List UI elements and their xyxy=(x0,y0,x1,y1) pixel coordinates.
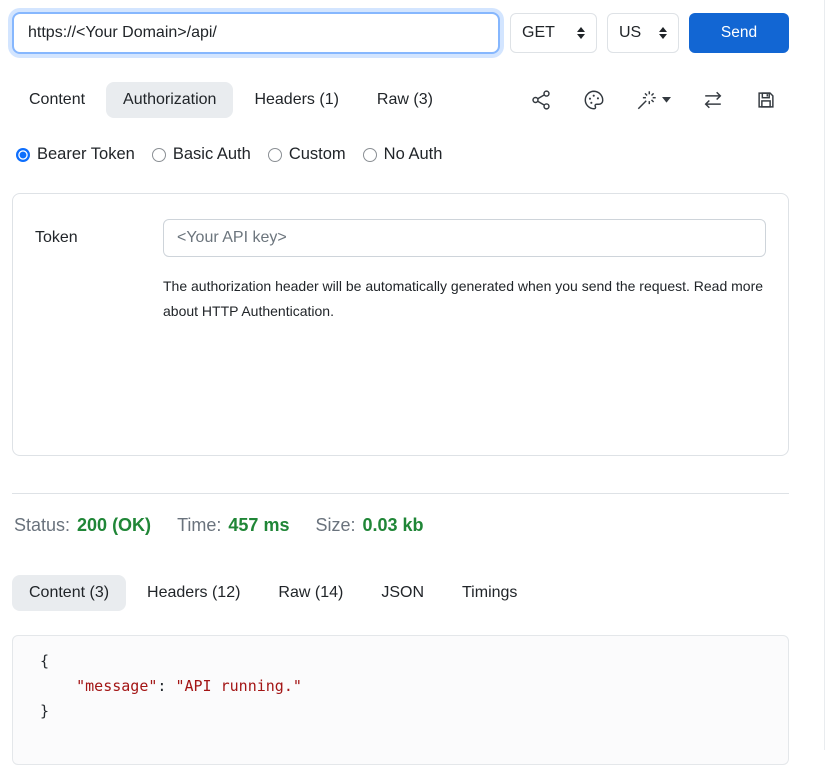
api-client-panel: GET US Send Content Authorization Header… xyxy=(0,0,825,750)
size-label: Size: xyxy=(315,515,355,536)
json-key: "message" xyxy=(76,677,157,695)
token-label: Token xyxy=(35,229,163,247)
radio-label: No Auth xyxy=(384,145,443,164)
response-tab-json[interactable]: JSON xyxy=(364,575,441,611)
token-panel: Token The authorization header will be a… xyxy=(12,193,789,456)
request-toolbar xyxy=(530,89,777,111)
radio-label: Basic Auth xyxy=(173,145,251,164)
select-arrows-icon xyxy=(659,27,667,39)
tab-headers[interactable]: Headers (1) xyxy=(237,82,355,118)
radio-bearer-token[interactable]: Bearer Token xyxy=(16,145,135,164)
palette-icon[interactable] xyxy=(583,89,605,111)
region-select[interactable]: US xyxy=(607,13,679,53)
tab-authorization[interactable]: Authorization xyxy=(106,82,233,118)
tab-raw[interactable]: Raw (3) xyxy=(360,82,450,118)
response-tab-headers[interactable]: Headers (12) xyxy=(130,575,257,611)
code-line-3: } xyxy=(40,699,772,724)
radio-basic-auth[interactable]: Basic Auth xyxy=(152,145,251,164)
size-value: 0.03 kb xyxy=(363,515,424,536)
token-row: Token xyxy=(35,219,766,257)
auth-type-options: Bearer Token Basic Auth Custom No Auth xyxy=(12,145,789,164)
save-icon[interactable] xyxy=(755,89,777,111)
code-line-2: "message": "API running." xyxy=(40,674,772,699)
response-time: Time: 457 ms xyxy=(177,515,289,536)
radio-label: Custom xyxy=(289,145,346,164)
status-code: Status: 200 (OK) xyxy=(14,515,151,536)
send-button[interactable]: Send xyxy=(689,13,789,53)
radio-unselected-icon xyxy=(152,148,166,162)
response-tab-raw[interactable]: Raw (14) xyxy=(261,575,360,611)
radio-label: Bearer Token xyxy=(37,145,135,164)
response-size: Size: 0.03 kb xyxy=(315,515,423,536)
code-line-1: { xyxy=(40,649,772,674)
time-label: Time: xyxy=(177,515,221,536)
region-select-value: US xyxy=(619,24,641,42)
url-input[interactable] xyxy=(12,12,500,54)
caret-down-icon xyxy=(662,97,671,103)
share-icon[interactable] xyxy=(530,89,552,111)
response-tab-content[interactable]: Content (3) xyxy=(12,575,126,611)
response-tab-timings[interactable]: Timings xyxy=(445,575,534,611)
token-input[interactable] xyxy=(163,219,766,257)
auth-help-text: The authorization header will be automat… xyxy=(163,274,766,324)
response-status-row: Status: 200 (OK) Time: 457 ms Size: 0.03… xyxy=(12,515,789,536)
method-select[interactable]: GET xyxy=(510,13,597,53)
radio-unselected-icon xyxy=(268,148,282,162)
json-value: "API running." xyxy=(175,677,301,695)
magic-wand-menu-icon[interactable] xyxy=(636,89,671,111)
time-value: 457 ms xyxy=(228,515,289,536)
method-select-value: GET xyxy=(522,24,555,42)
section-divider xyxy=(12,493,789,494)
radio-no-auth[interactable]: No Auth xyxy=(363,145,443,164)
swap-icon[interactable] xyxy=(702,89,724,111)
radio-selected-icon xyxy=(16,148,30,162)
status-value: 200 (OK) xyxy=(77,515,151,536)
radio-custom[interactable]: Custom xyxy=(268,145,346,164)
response-tabs: Content (3) Headers (12) Raw (14) JSON T… xyxy=(12,575,789,611)
request-tabs: Content Authorization Headers (1) Raw (3… xyxy=(12,82,450,118)
tab-content[interactable]: Content xyxy=(12,82,102,118)
select-arrows-icon xyxy=(577,27,585,39)
request-bar: GET US Send xyxy=(12,12,789,54)
radio-unselected-icon xyxy=(363,148,377,162)
request-tabs-row: Content Authorization Headers (1) Raw (3… xyxy=(12,82,789,118)
response-body-panel: { "message": "API running." } xyxy=(12,635,789,765)
status-label: Status: xyxy=(14,515,70,536)
